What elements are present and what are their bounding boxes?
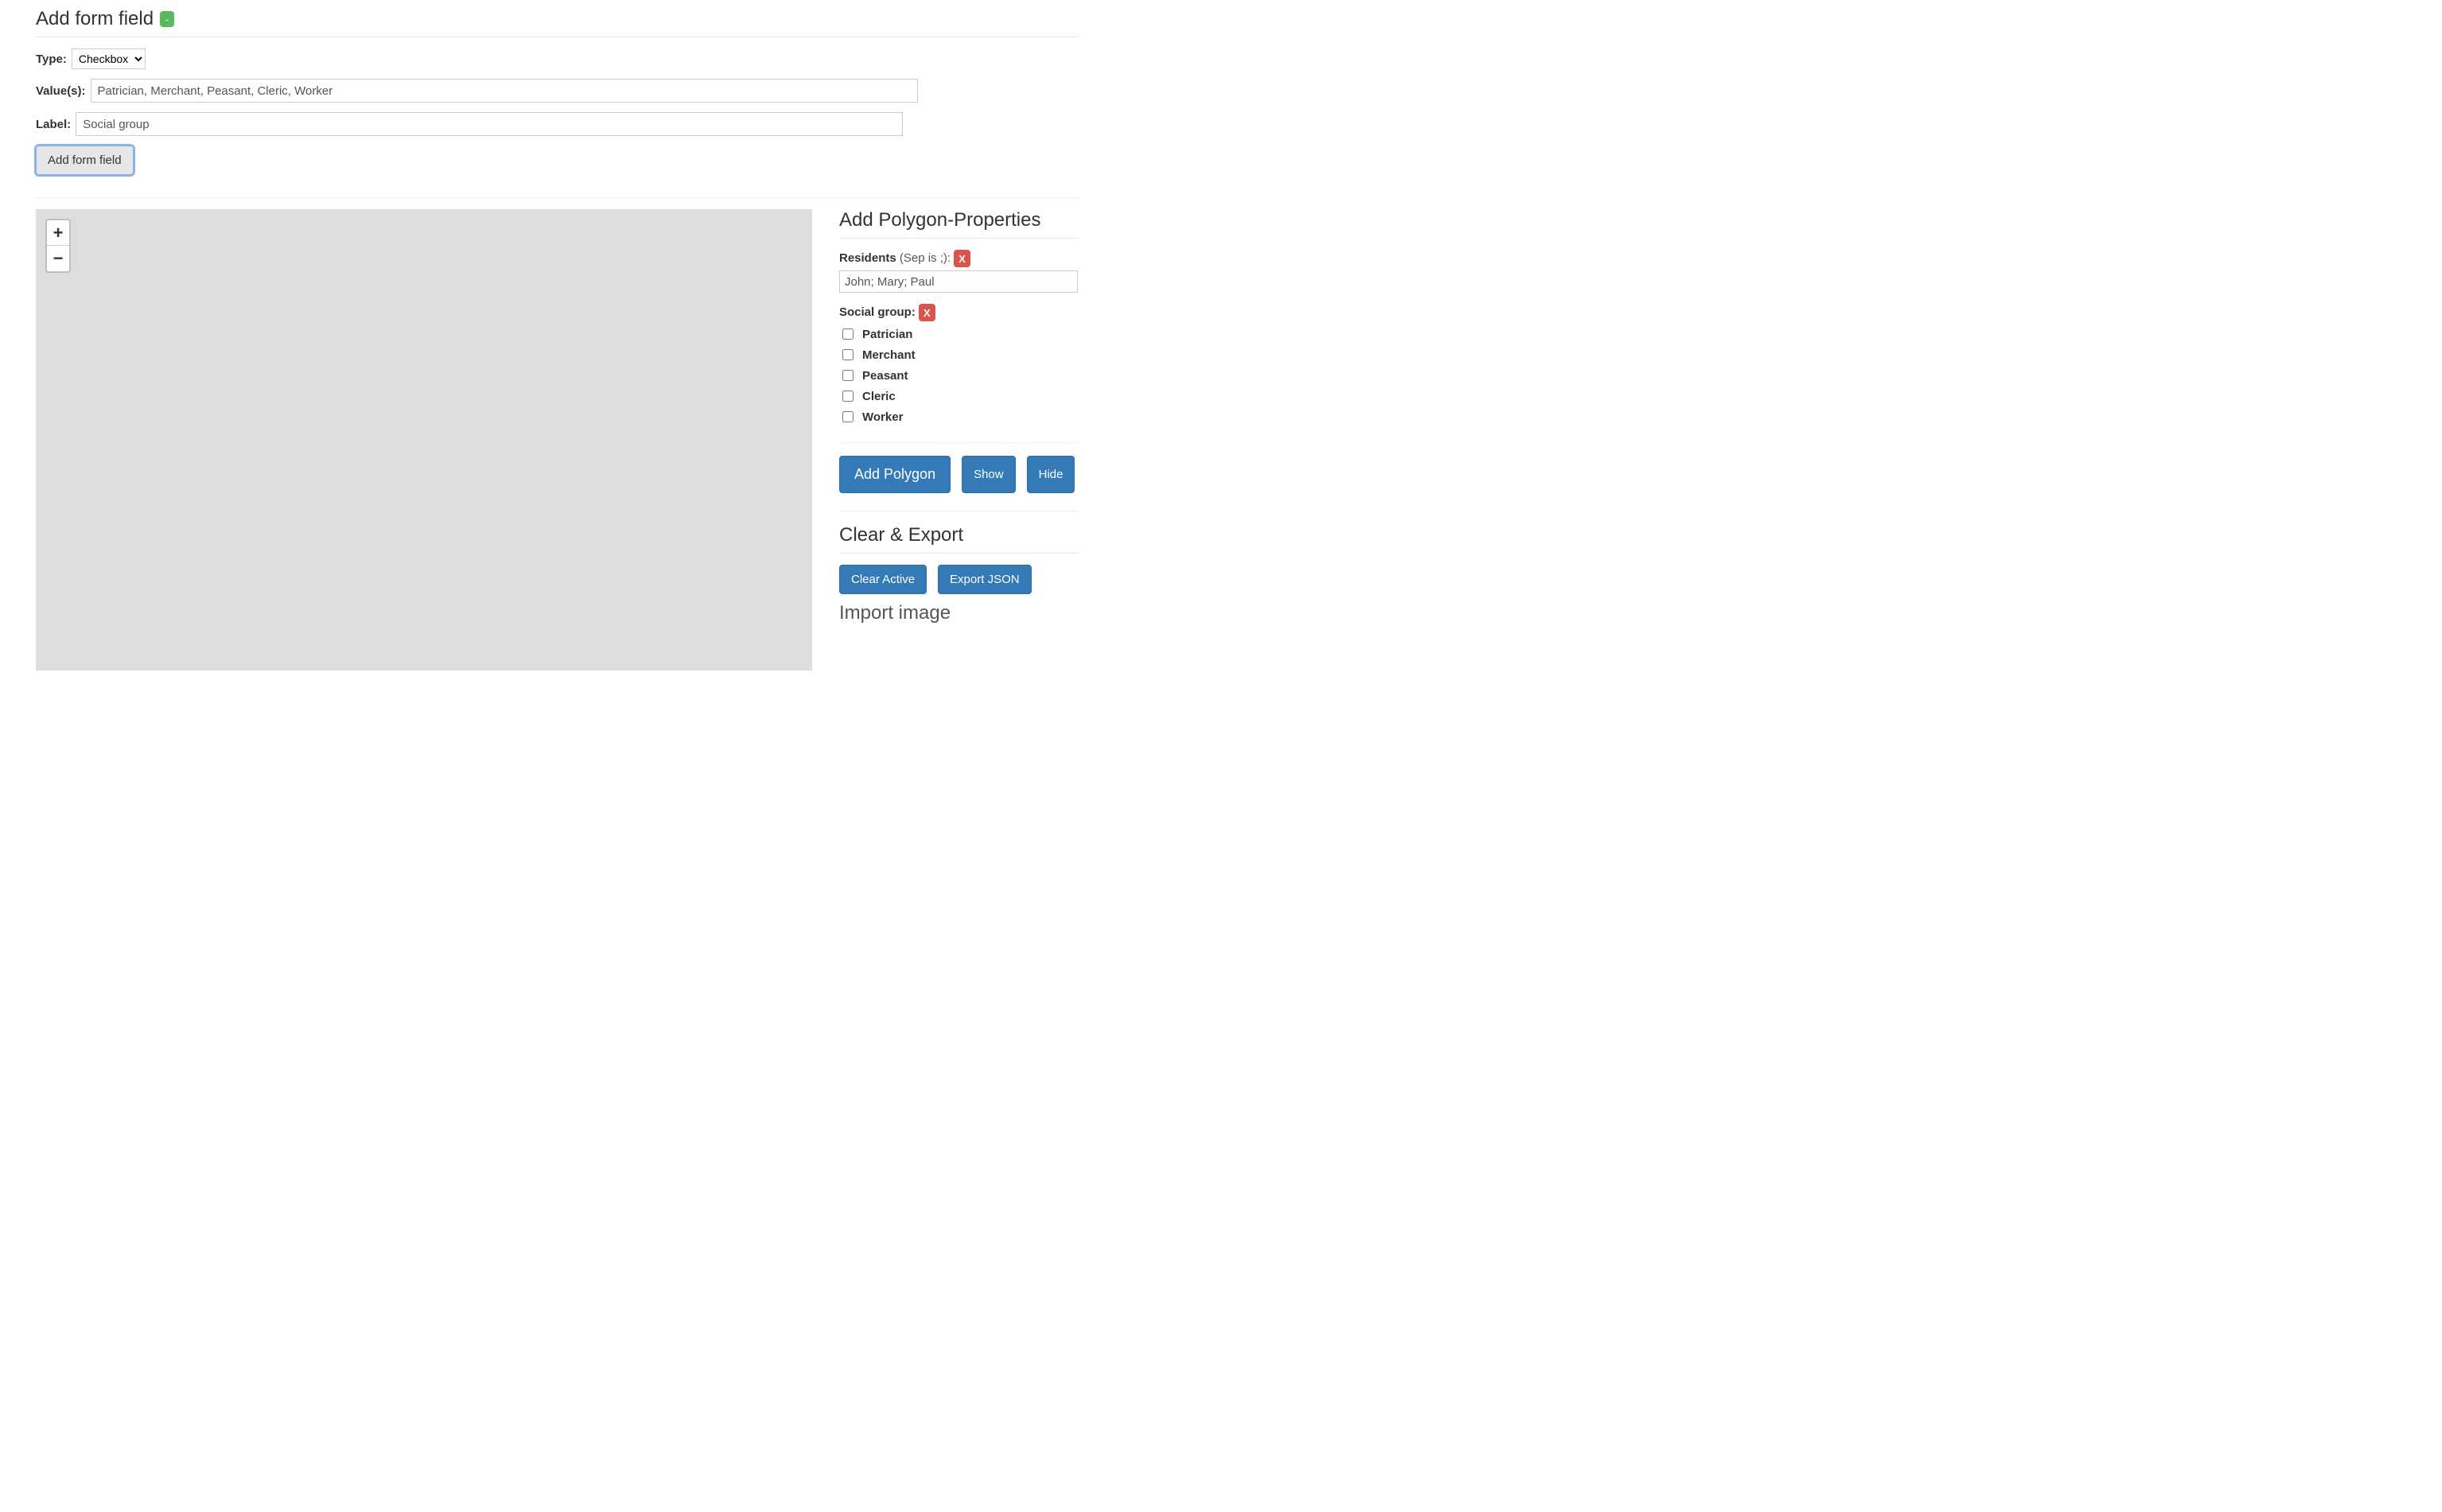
export-json-button[interactable]: Export JSON	[938, 565, 1032, 594]
section-divider	[36, 197, 1078, 198]
heading-divider	[839, 553, 1078, 554]
residents-label-row: Residents (Sep is ;): X	[839, 250, 1078, 267]
social-group-label: Social group:	[839, 305, 916, 319]
residents-input[interactable]	[839, 270, 1078, 293]
polygon-props-heading: Add Polygon-Properties	[839, 209, 1078, 231]
social-group-label-row: Social group: X	[839, 304, 1078, 321]
heading-divider	[839, 238, 1078, 239]
checkbox-label-patrician: Patrician	[862, 328, 912, 341]
side-divider	[839, 442, 1078, 443]
residents-hint: (Sep is ;):	[900, 251, 951, 265]
add-polygon-button[interactable]: Add Polygon	[839, 456, 951, 493]
checkbox-label-cleric: Cleric	[862, 390, 896, 403]
values-label: Value(s):	[36, 84, 86, 98]
type-label: Type:	[36, 52, 67, 66]
residents-label: Residents	[839, 251, 896, 265]
clear-active-button[interactable]: Clear Active	[839, 565, 927, 594]
zoom-out-button[interactable]: −	[47, 246, 69, 271]
polygon-props-heading-text: Add Polygon-Properties	[839, 209, 1040, 231]
map-canvas[interactable]: + −	[36, 209, 812, 670]
type-select[interactable]: Checkbox	[72, 49, 146, 69]
collapse-toggle-badge[interactable]: -	[160, 11, 174, 27]
label-label: Label:	[36, 118, 71, 131]
zoom-controls: + −	[45, 219, 71, 273]
checkbox-cleric[interactable]	[842, 391, 854, 402]
add-form-field-heading-text: Add form field	[36, 8, 154, 30]
social-group-delete-badge[interactable]: X	[919, 304, 935, 321]
import-image-heading-text: Import image	[839, 602, 951, 624]
checkbox-worker[interactable]	[842, 411, 854, 422]
add-form-field-heading: Add form field -	[36, 8, 1078, 30]
clear-export-heading-text: Clear & Export	[839, 524, 963, 546]
checkbox-label-worker: Worker	[862, 410, 903, 424]
add-form-field-button[interactable]: Add form field	[36, 146, 134, 175]
checkbox-patrician[interactable]	[842, 328, 854, 340]
zoom-in-button[interactable]: +	[47, 220, 69, 246]
show-button[interactable]: Show	[962, 456, 1016, 493]
label-input[interactable]	[76, 112, 903, 136]
values-input[interactable]	[91, 79, 918, 103]
checkbox-merchant[interactable]	[842, 349, 854, 360]
checkbox-label-peasant: Peasant	[862, 369, 908, 383]
hide-button[interactable]: Hide	[1027, 456, 1075, 493]
import-image-heading: Import image	[839, 602, 1078, 624]
residents-delete-badge[interactable]: X	[954, 250, 970, 267]
clear-export-heading: Clear & Export	[839, 524, 1078, 546]
checkbox-label-merchant: Merchant	[862, 348, 916, 362]
checkbox-peasant[interactable]	[842, 370, 854, 381]
